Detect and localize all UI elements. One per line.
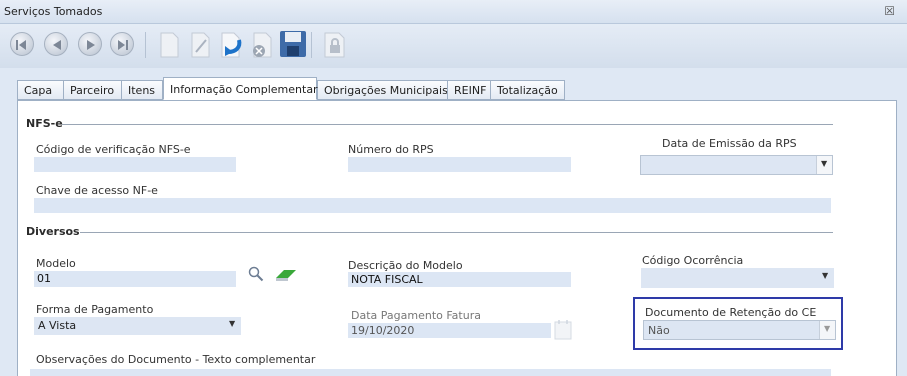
tab-obrigacoes-municipais[interactable]: Obrigações Municipais xyxy=(317,80,448,100)
last-record-icon[interactable] xyxy=(110,32,134,56)
observacoes-label: Observações do Documento - Texto complem… xyxy=(36,353,316,366)
eraser-icon[interactable] xyxy=(274,266,298,285)
section-divider xyxy=(80,232,833,233)
numero-rps-field[interactable] xyxy=(348,157,571,172)
modelo-field[interactable]: 01 xyxy=(34,271,236,287)
chevron-down-icon[interactable]: ▼ xyxy=(816,156,832,174)
previous-record-icon[interactable] xyxy=(44,32,68,56)
toolbar-separator xyxy=(145,32,146,58)
toolbar-separator xyxy=(311,32,312,58)
codigo-ocorrencia-combo[interactable]: ▼ xyxy=(641,268,834,288)
tab-itens[interactable]: Itens xyxy=(121,80,163,100)
forma-pagamento-label: Forma de Pagamento xyxy=(36,303,154,316)
first-record-icon[interactable] xyxy=(10,32,34,56)
tab-parceiro[interactable]: Parceiro xyxy=(63,80,122,100)
data-pagamento-field: 19/10/2020 xyxy=(348,323,551,338)
tab-capa[interactable]: Capa xyxy=(17,80,64,100)
window-titlebar: Serviços Tomados ☒ xyxy=(0,0,907,24)
codigo-ocorrencia-label: Código Ocorrência xyxy=(642,254,744,267)
documento-retencao-label: Documento de Retenção do CE xyxy=(645,306,817,319)
forma-pagamento-value: A Vista xyxy=(38,319,77,332)
floppy-save-icon[interactable] xyxy=(279,30,306,57)
data-emissao-rps-label: Data de Emissão da RPS xyxy=(662,137,797,150)
save-arrow-icon[interactable] xyxy=(219,32,243,58)
section-title-diversos: Diversos xyxy=(26,225,80,238)
new-document-icon[interactable] xyxy=(157,32,181,58)
calendar-icon[interactable] xyxy=(554,319,574,344)
chevron-down-icon[interactable]: ▼ xyxy=(818,268,834,286)
chevron-down-icon[interactable]: ▼ xyxy=(225,317,241,333)
tab-totalizacao[interactable]: Totalização xyxy=(490,80,565,100)
window-title: Serviços Tomados xyxy=(4,5,103,18)
tab-reinf[interactable]: REINF xyxy=(447,80,491,100)
descricao-modelo-label: Descrição do Modelo xyxy=(348,259,463,272)
data-emissao-rps-combo[interactable]: ▼ xyxy=(640,155,833,175)
tab-informacao-complementar-active[interactable]: Informação Complementar xyxy=(163,77,318,100)
edit-icon[interactable] xyxy=(188,32,212,58)
lock-icon[interactable] xyxy=(322,32,346,58)
documento-retencao-combo[interactable]: Não ▼ xyxy=(643,320,836,340)
chave-acesso-field[interactable] xyxy=(34,198,831,213)
toolbar xyxy=(0,24,907,68)
section-divider xyxy=(62,124,833,125)
chevron-down-icon[interactable]: ▼ xyxy=(819,321,835,339)
close-icon[interactable]: ☒ xyxy=(884,4,895,18)
chave-acesso-label: Chave de acesso NF-e xyxy=(36,184,158,197)
descricao-modelo-field: NOTA FISCAL xyxy=(348,272,571,287)
modelo-label: Modelo xyxy=(36,257,76,270)
codigo-verificacao-label: Código de verificação NFS-e xyxy=(36,143,191,156)
codigo-verificacao-field[interactable] xyxy=(34,157,236,172)
observacoes-field[interactable] xyxy=(30,369,831,376)
next-record-icon[interactable] xyxy=(78,32,102,56)
documento-retencao-value: Não xyxy=(648,324,670,337)
numero-rps-label: Número do RPS xyxy=(348,143,434,156)
data-pagamento-label: Data Pagamento Fatura xyxy=(351,309,481,322)
forma-pagamento-combo[interactable]: A Vista ▼ xyxy=(34,317,241,335)
section-title-nfse: NFS-e xyxy=(26,117,63,130)
search-icon[interactable] xyxy=(248,266,264,285)
delete-icon[interactable] xyxy=(251,32,275,58)
